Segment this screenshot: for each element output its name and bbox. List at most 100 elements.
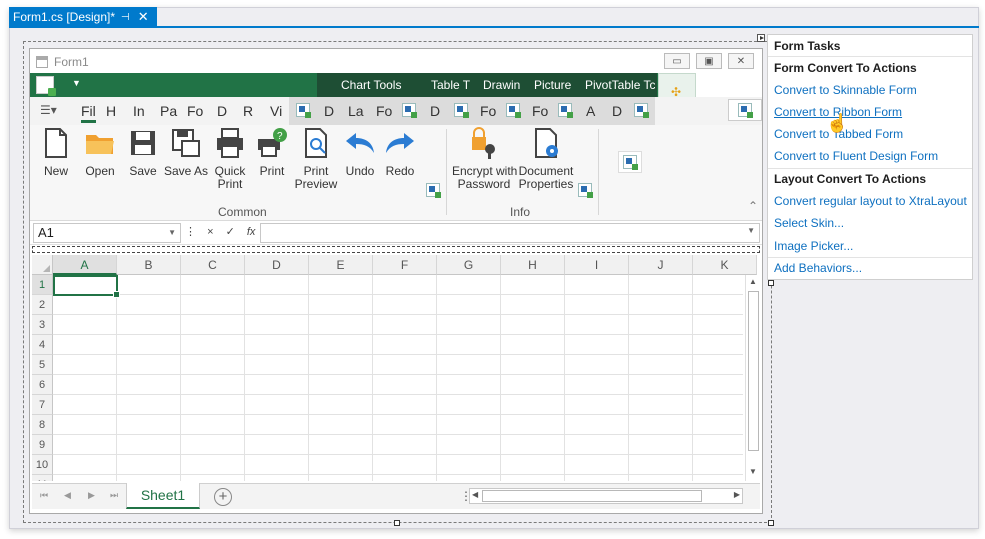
- tab-formulas[interactable]: Fo: [187, 103, 203, 119]
- prev-sheet-icon[interactable]: ◀: [64, 490, 71, 501]
- context-tab-picture[interactable]: Picture: [534, 78, 571, 92]
- add-page-button[interactable]: [728, 99, 762, 121]
- insert-function-icon[interactable]: fx: [247, 226, 256, 238]
- resize-handle-right[interactable]: [768, 280, 774, 286]
- print-preview-button[interactable]: Print Preview: [294, 127, 338, 191]
- document-tab[interactable]: Form1.cs [Design]* ⊣ ✕: [9, 7, 157, 27]
- scroll-thumb[interactable]: [482, 490, 702, 502]
- image-picker-link[interactable]: Image Picker...: [774, 239, 853, 253]
- scroll-thumb[interactable]: [748, 291, 759, 451]
- add-tab-icon[interactable]: [454, 103, 469, 118]
- open-button[interactable]: Open: [80, 127, 120, 178]
- chevron-down-icon[interactable]: ▼: [747, 226, 755, 235]
- add-item-icon[interactable]: [578, 183, 593, 198]
- smart-tag-icon[interactable]: [757, 34, 765, 42]
- column-header[interactable]: C: [181, 255, 245, 275]
- context-tab-chart-tools[interactable]: Chart Tools: [341, 78, 401, 92]
- qat-dropdown-icon[interactable]: ▼: [72, 78, 81, 88]
- undo-button[interactable]: Undo: [342, 127, 378, 178]
- close-icon[interactable]: ✕: [138, 9, 149, 25]
- add-tab-icon[interactable]: [634, 103, 649, 118]
- tabs-menu-icon[interactable]: ☰▾: [40, 103, 57, 117]
- row-header[interactable]: 5: [32, 355, 53, 375]
- row-header[interactable]: 8: [32, 415, 53, 435]
- context-tab-drawing[interactable]: Drawin: [483, 78, 520, 92]
- qat-icon[interactable]: [36, 76, 56, 96]
- tab-home[interactable]: H: [106, 103, 116, 119]
- tab-chart-design[interactable]: D: [324, 103, 334, 119]
- tab-table-design[interactable]: D: [430, 103, 440, 119]
- new-button[interactable]: New: [38, 127, 74, 178]
- print-button[interactable]: ? Print: [254, 127, 290, 178]
- tab-picture-format[interactable]: Fo: [532, 103, 548, 119]
- document-properties-button[interactable]: Document Properties: [518, 127, 574, 191]
- row-header[interactable]: 1: [32, 275, 53, 295]
- scroll-right-icon[interactable]: ▶: [734, 490, 740, 499]
- scroll-left-icon[interactable]: ◀: [472, 490, 478, 499]
- column-header[interactable]: E: [309, 255, 373, 275]
- tab-pivot-analyze[interactable]: A: [586, 103, 595, 119]
- name-box[interactable]: A1 ▼: [33, 223, 181, 243]
- column-header[interactable]: I: [565, 255, 629, 275]
- tab-file[interactable]: Fil: [81, 103, 96, 123]
- resize-handle-corner[interactable]: [768, 520, 774, 526]
- row-header[interactable]: 9: [32, 435, 53, 455]
- quick-print-button[interactable]: Quick Print: [211, 127, 249, 191]
- chevron-down-icon[interactable]: ▼: [168, 224, 176, 242]
- context-tab-table-tools[interactable]: Table T: [431, 78, 470, 92]
- convert-fluent-link[interactable]: Convert to Fluent Design Form: [774, 149, 938, 163]
- tab-review[interactable]: R: [243, 103, 253, 119]
- formula-input[interactable]: ▼: [260, 223, 760, 243]
- column-header[interactable]: J: [629, 255, 693, 275]
- cancel-formula-icon[interactable]: ×: [207, 226, 213, 238]
- add-behaviors-link[interactable]: Add Behaviors...: [774, 261, 862, 275]
- sheet-tab-sheet1[interactable]: Sheet1: [126, 483, 200, 509]
- redo-button[interactable]: Redo: [382, 127, 418, 178]
- active-cell[interactable]: [53, 275, 120, 298]
- column-header[interactable]: B: [117, 255, 181, 275]
- save-as-button[interactable]: Save As: [164, 127, 208, 178]
- next-sheet-icon[interactable]: ▶: [88, 490, 95, 501]
- convert-skinnable-link[interactable]: Convert to Skinnable Form: [774, 83, 917, 97]
- minimize-button[interactable]: ▭: [664, 53, 690, 69]
- column-header[interactable]: A: [53, 255, 117, 275]
- column-header[interactable]: H: [501, 255, 565, 275]
- first-sheet-icon[interactable]: ⏮: [40, 490, 48, 501]
- tab-pivot-design[interactable]: D: [612, 103, 622, 119]
- add-item-icon[interactable]: [426, 183, 441, 198]
- row-header[interactable]: 3: [32, 315, 53, 335]
- context-tab-pivottable[interactable]: PivotTable Tc: [585, 78, 655, 92]
- row-header[interactable]: 7: [32, 395, 53, 415]
- tab-insert[interactable]: In: [133, 103, 145, 119]
- column-header[interactable]: K: [693, 255, 757, 275]
- vertical-scrollbar[interactable]: ▲ ▼: [745, 275, 760, 481]
- add-tab-icon[interactable]: [296, 103, 311, 118]
- tab-page-layout[interactable]: Pa: [160, 103, 177, 119]
- add-tab-icon[interactable]: [558, 103, 573, 118]
- maximize-button[interactable]: ▣: [696, 53, 722, 69]
- scroll-up-icon[interactable]: ▲: [749, 277, 757, 286]
- column-header[interactable]: G: [437, 255, 501, 275]
- save-button[interactable]: Save: [125, 127, 161, 178]
- resize-handle-bottom[interactable]: [394, 520, 400, 526]
- convert-xtralayout-link[interactable]: Convert regular layout to XtraLayout: [774, 194, 967, 208]
- tab-data[interactable]: D: [217, 103, 227, 119]
- encrypt-button[interactable]: Encrypt with Password: [452, 127, 517, 191]
- last-sheet-icon[interactable]: ⏭: [110, 490, 118, 501]
- add-tab-icon[interactable]: [402, 103, 417, 118]
- tab-drawing-format[interactable]: Fo: [480, 103, 496, 119]
- tab-view[interactable]: Vi: [270, 103, 282, 119]
- enter-formula-icon[interactable]: ✓: [226, 226, 235, 238]
- add-group-button[interactable]: [618, 151, 642, 173]
- column-header[interactable]: D: [245, 255, 309, 275]
- form-window[interactable]: Form1 ▭ ▣ ✕ ▼ Chart Tools Table T Drawin…: [29, 48, 763, 514]
- horizontal-scrollbar[interactable]: ◀ ▶: [469, 488, 743, 504]
- row-header[interactable]: 10: [32, 455, 53, 475]
- tab-chart-format[interactable]: Fo: [376, 103, 392, 119]
- add-tab-icon[interactable]: [506, 103, 521, 118]
- scroll-down-icon[interactable]: ▼: [749, 467, 757, 476]
- collapse-ribbon-icon[interactable]: ⌃: [748, 199, 758, 213]
- add-sheet-button[interactable]: +: [214, 488, 232, 506]
- row-header[interactable]: 2: [32, 295, 53, 315]
- pin-icon[interactable]: ⊣: [121, 12, 130, 23]
